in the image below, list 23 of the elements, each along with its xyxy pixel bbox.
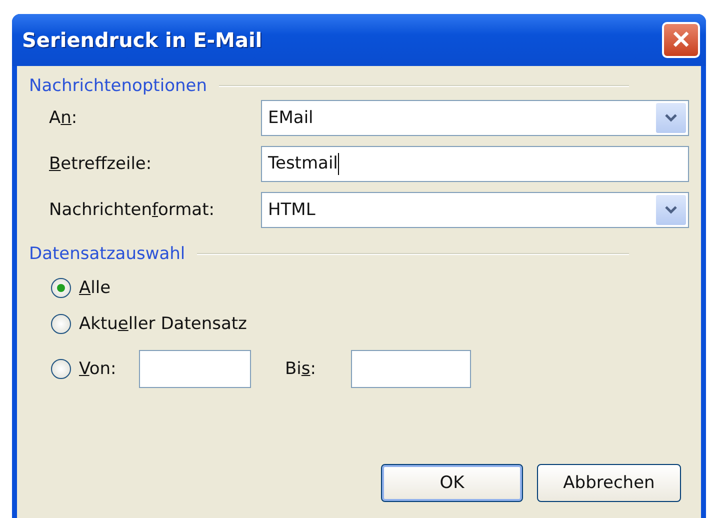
field-label: Betreffzeile: [49,154,153,174]
field-label: Nachrichtenformat: [49,200,216,220]
radio-button[interactable] [51,314,71,334]
input-field[interactable]: Testmail [261,146,689,182]
window-title: Seriendruck in E-Mail [22,28,262,52]
field-label: Bis: [285,359,317,379]
input-field[interactable] [139,350,251,388]
group-heading: Datensatzauswahl [29,244,186,264]
dialog-button[interactable]: OK [381,464,523,502]
group-heading: Nachrichtenoptionen [29,76,207,96]
input-field[interactable] [351,350,471,388]
radio-button[interactable] [51,359,71,379]
radio-label: Aktueller Datensatz [79,314,247,334]
chevron-down-icon[interactable] [656,195,686,225]
chevron-down-icon[interactable] [656,103,686,133]
dialog-button[interactable]: Abbrechen [537,464,681,502]
radio-button[interactable] [51,278,71,298]
radio-label: Alle [79,278,111,298]
dropdown[interactable]: EMail [261,100,689,136]
close-button[interactable]: ✕ [662,22,700,58]
field-label: An: [49,108,78,128]
radio-label: Von: [79,359,118,379]
dropdown[interactable]: HTML [261,192,689,228]
